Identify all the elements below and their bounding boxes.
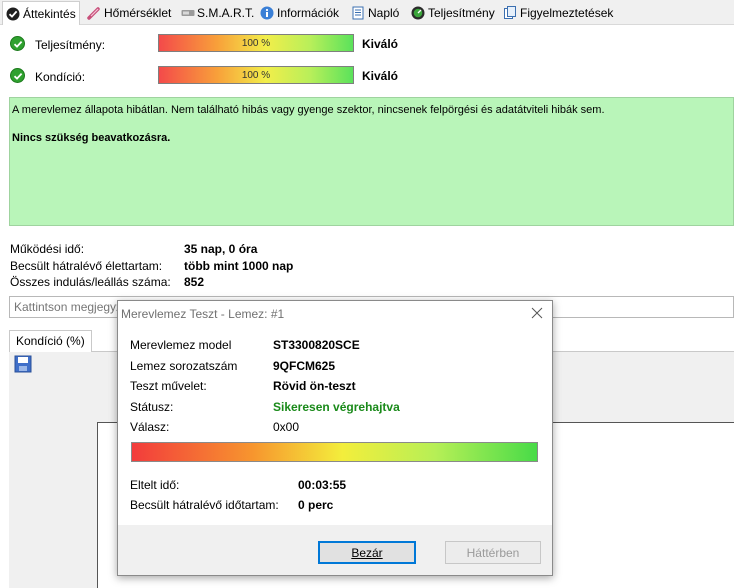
- info-icon: [260, 6, 274, 20]
- response-label: Válasz:: [130, 420, 170, 434]
- tab-label: Figyelmeztetések: [520, 6, 614, 20]
- performance-rating: Kiváló: [362, 37, 399, 51]
- elapsed-label: Eltelt idő:: [130, 478, 180, 492]
- operation-value: Rövid ön-teszt: [273, 379, 356, 393]
- thermometer-icon: [87, 6, 101, 20]
- tab-label: Információk: [277, 6, 340, 20]
- tab-health-percent[interactable]: Kondíció (%): [9, 330, 92, 352]
- close-icon[interactable]: [530, 306, 544, 320]
- warnings-document-icon: [503, 6, 517, 20]
- serial-value: 9QFCM625: [273, 359, 336, 373]
- dialog-titlebar: Merevlemez Teszt - Lemez: #1: [118, 301, 552, 327]
- uptime-value: 35 nap, 0 óra: [184, 242, 258, 256]
- tab-temperature[interactable]: Hőmérséklet: [84, 2, 174, 24]
- operation-label: Teszt művelet:: [130, 379, 207, 393]
- serial-label: Lemez sorozatszám: [130, 359, 238, 373]
- check-circle-icon: [6, 7, 20, 21]
- smart-drive-icon: [180, 6, 195, 20]
- model-value: ST3300820SCE: [273, 338, 360, 352]
- tab-label: Napló: [368, 6, 400, 20]
- health-rating: Kiváló: [362, 69, 399, 83]
- start-stop-label: Összes indulás/leállás száma:: [10, 275, 171, 289]
- tab-information[interactable]: Információk: [257, 2, 342, 24]
- log-document-icon: [351, 6, 365, 20]
- drive-test-dialog: Merevlemez Teszt - Lemez: #1 Merevlemez …: [117, 300, 553, 576]
- background-button-label: Háttérben: [466, 545, 520, 560]
- remaining-life-label: Becsült hátralévő élettartam:: [10, 259, 163, 273]
- performance-bar: 100 %: [158, 34, 354, 52]
- ok-check-icon: [10, 36, 25, 51]
- elapsed-value: 00:03:55: [298, 478, 347, 492]
- tab-label: Áttekintés: [23, 6, 76, 21]
- health-percent: 100 %: [241, 69, 271, 81]
- remaining-life-value: több mint 1000 nap: [184, 259, 294, 273]
- uptime-label: Működési idő:: [10, 242, 85, 256]
- status-label: Státusz:: [130, 400, 174, 414]
- dialog-body: Merevlemez model ST3300820SCE Lemez soro…: [118, 327, 552, 525]
- tab-smart[interactable]: S.M.A.R.T.: [177, 2, 257, 24]
- ok-check-icon: [10, 68, 25, 83]
- close-button-label: Bezár: [351, 545, 383, 560]
- tab-performance[interactable]: Teljesítmény: [408, 2, 498, 24]
- tab-label: Hőmérséklet: [104, 6, 172, 20]
- performance-label: Teljesítmény:: [35, 38, 106, 52]
- tab-label: Kondíció (%): [16, 334, 85, 348]
- tab-log[interactable]: Napló: [348, 2, 402, 24]
- tab-warnings[interactable]: Figyelmeztetések: [500, 2, 616, 24]
- save-icon[interactable]: [14, 355, 32, 373]
- model-label: Merevlemez model: [130, 338, 232, 352]
- status-value: Sikeresen végrehajtva: [273, 400, 400, 414]
- tab-overview[interactable]: Áttekintés: [2, 1, 80, 25]
- response-value: 0x00: [273, 420, 300, 434]
- summary-action: Nincs szükség beavatkozásra.: [12, 132, 171, 144]
- tab-label: Teljesítmény: [428, 6, 495, 20]
- performance-gauge-icon: [411, 6, 425, 20]
- close-button[interactable]: Bezár: [318, 541, 416, 564]
- health-bar: 100 %: [158, 66, 354, 84]
- start-stop-value: 852: [184, 275, 205, 289]
- summary-text: A merevlemez állapota hibátlan. Nem talá…: [12, 104, 605, 116]
- health-label: Kondíció:: [35, 70, 86, 84]
- performance-percent: 100 %: [241, 37, 271, 49]
- comment-placeholder: Kattintson megjegyz: [14, 300, 123, 314]
- test-progress-bar: [131, 442, 538, 462]
- summary-panel: A merevlemez állapota hibátlan. Nem talá…: [9, 97, 734, 226]
- estimated-remaining-label: Becsült hátralévő időtartam:: [130, 498, 279, 512]
- estimated-remaining-value: 0 perc: [298, 498, 334, 512]
- dialog-title: Merevlemez Teszt - Lemez: #1: [121, 307, 285, 321]
- tab-bar: Áttekintés Hőmérséklet S.M.A.R.T. Inform…: [0, 0, 734, 25]
- tab-label: S.M.A.R.T.: [197, 6, 255, 20]
- background-button[interactable]: Háttérben: [445, 541, 541, 564]
